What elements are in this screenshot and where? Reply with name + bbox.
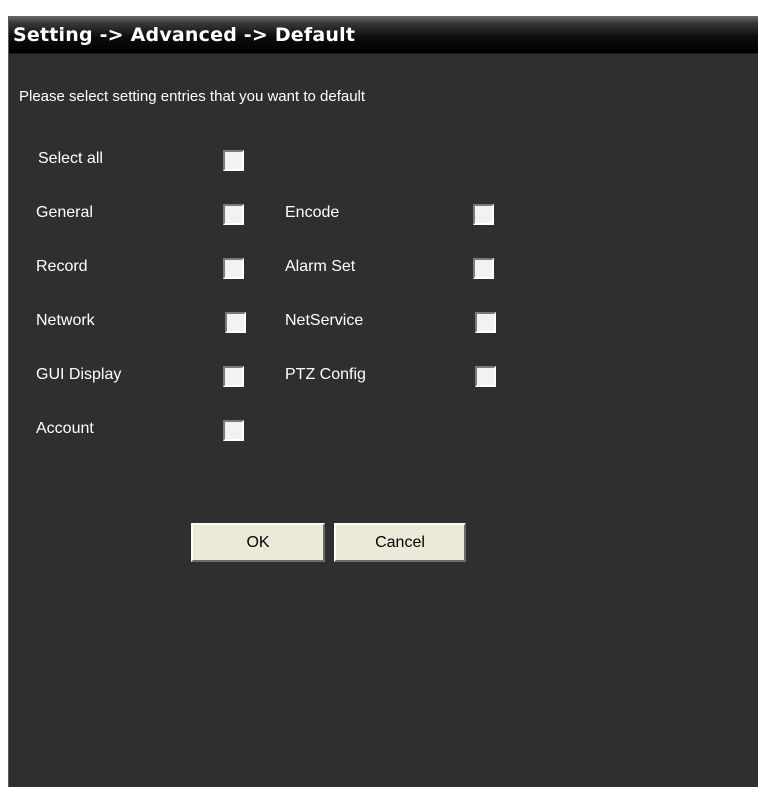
ptz-config-checkbox[interactable]: [475, 366, 496, 387]
default-settings-dialog: Setting -> Advanced -> Default Please se…: [8, 16, 758, 787]
general-label: General: [36, 204, 93, 221]
window-title: Setting -> Advanced -> Default: [13, 24, 356, 46]
instruction-text: Please select setting entries that you w…: [19, 88, 366, 105]
network-checkbox[interactable]: [225, 312, 246, 333]
record-label: Record: [36, 258, 88, 275]
cancel-button[interactable]: Cancel: [334, 523, 466, 562]
ok-button[interactable]: OK: [191, 523, 325, 562]
account-label: Account: [36, 420, 94, 437]
encode-label: Encode: [285, 204, 340, 221]
select-all-checkbox[interactable]: [223, 150, 244, 171]
gui-display-label: GUI Display: [36, 366, 122, 383]
netservice-label: NetService: [285, 312, 364, 329]
encode-checkbox[interactable]: [473, 204, 494, 225]
gui-display-checkbox[interactable]: [223, 366, 244, 387]
ptz-config-label: PTZ Config: [285, 366, 366, 383]
account-checkbox[interactable]: [223, 420, 244, 441]
alarm-set-label: Alarm Set: [285, 258, 356, 275]
select-all-label: Select all: [38, 150, 103, 167]
record-checkbox[interactable]: [223, 258, 244, 279]
title-bar: Setting -> Advanced -> Default: [9, 16, 758, 54]
network-label: Network: [36, 312, 95, 329]
alarm-set-checkbox[interactable]: [473, 258, 494, 279]
netservice-checkbox[interactable]: [475, 312, 496, 333]
general-checkbox[interactable]: [223, 204, 244, 225]
